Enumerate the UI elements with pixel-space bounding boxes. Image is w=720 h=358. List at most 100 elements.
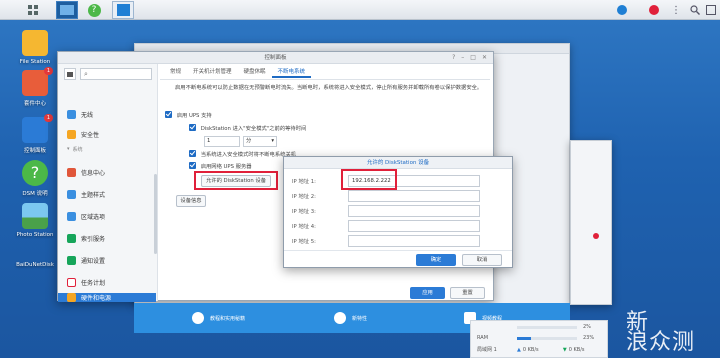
tab-bar: 常规 开关机计划管理 硬盘休眠 不断电系统 [164, 66, 312, 78]
ip-address-2-input[interactable] [348, 189, 480, 202]
ip-row-3: IP 地址 3: [292, 204, 492, 217]
dock-item-tips[interactable]: 教程和实用秘籍 [192, 312, 245, 324]
sidebar-item-task-scheduler[interactable]: 任务计划 [58, 272, 156, 292]
maximize-icon[interactable]: □ [470, 54, 476, 61]
sidebar-search[interactable]: ⌕ [80, 68, 152, 80]
safe-mode-time-checkbox[interactable] [189, 124, 196, 131]
grid-icon [28, 5, 38, 15]
widgets-button[interactable] [704, 0, 718, 20]
cpu-row: 2% [477, 324, 603, 330]
ram-label: RAM [477, 335, 489, 341]
device-info-button[interactable]: 设备信息 [176, 195, 206, 207]
sidebar-item-label: 安全性 [81, 131, 100, 139]
enable-ups-checkbox[interactable] [165, 111, 172, 118]
ip-label: IP 地址 4: [292, 223, 316, 230]
home-button[interactable] [64, 68, 76, 80]
ram-row: RAM 23% [477, 335, 603, 341]
theme-icon [67, 189, 76, 199]
sidebar-item-notification[interactable]: 通知设置 [58, 250, 156, 270]
options-button[interactable]: ⋮ [670, 0, 682, 20]
close-icon[interactable]: ✕ [482, 54, 487, 61]
sidebar-item-label: 任务计划 [81, 279, 106, 287]
globe-icon [67, 211, 76, 221]
sidebar-item-indexing[interactable]: 索引服务 [58, 228, 156, 248]
help-icon[interactable]: ? [452, 54, 455, 61]
shutdown-ups-option[interactable]: 当系统进入安全模式时将不断电系统关机 [189, 150, 296, 158]
sidebar-item-info-center[interactable]: 信息中心 [58, 162, 156, 182]
reset-button[interactable]: 重置 [450, 287, 485, 299]
taskbar-app-control-panel[interactable] [112, 1, 134, 19]
sidebar-item-hardware-power[interactable]: 硬件和电源 [58, 293, 156, 302]
sidebar-section-system[interactable]: ▾ 系统 [58, 142, 156, 156]
help-icon: ? [22, 160, 48, 186]
ram-value: 23% [583, 335, 595, 341]
tab-ups[interactable]: 不断电系统 [271, 66, 312, 78]
notification-button[interactable] [614, 0, 630, 20]
apply-button[interactable]: 应用 [410, 287, 445, 299]
taskbar: ? ⋮ [0, 0, 720, 20]
taskbar-app-desktop[interactable] [56, 1, 78, 19]
more-icon: ⋮ [671, 4, 681, 16]
ip-row-2: IP 地址 2: [292, 189, 492, 202]
ip-address-5-input[interactable] [348, 234, 480, 247]
dock-item-label: 新特性 [352, 315, 368, 322]
tab-power-schedule[interactable]: 开关机计划管理 [187, 66, 238, 78]
dialog-divider [284, 250, 512, 251]
tab-hdd-hibernation[interactable]: 硬盘休眠 [238, 66, 272, 78]
cancel-button[interactable]: 取消 [462, 254, 502, 266]
network-ups-label: 启用网络 UPS 服务器 [200, 164, 252, 170]
calendar-icon [67, 277, 76, 287]
resource-widget: 2% RAM 23% 局域网 1 ▲ 0 KB/s ▼ 0 KB/s [470, 320, 608, 358]
network-ups-option[interactable]: 启用网络 UPS 服务器 [189, 162, 252, 170]
ip-row-4: IP 地址 4: [292, 219, 492, 232]
info-icon [67, 167, 76, 177]
shutdown-ups-checkbox[interactable] [189, 150, 196, 157]
shutdown-ups-label: 当系统进入安全模式时将不断电系统关机 [200, 152, 297, 158]
search-icon [690, 5, 700, 15]
window-controls: ? – □ ✕ [452, 54, 487, 61]
ok-button[interactable]: 确定 [416, 254, 456, 266]
cpu-value: 2% [583, 324, 591, 330]
tab-general[interactable]: 常规 [164, 66, 187, 78]
photo-icon [22, 203, 48, 229]
ups-description: 启用不断电系统可以防止数据在无预警断电时流失。当断电时，系统将进入安全模式，停止… [175, 85, 483, 91]
chat-icon [67, 255, 76, 265]
control-panel-icon: 1 [22, 114, 53, 143]
shield-icon [67, 129, 76, 139]
safe-mode-time-option[interactable]: DiskStation 进入"安全模式"之前的等待时间 [189, 124, 306, 132]
home-icon [67, 72, 73, 77]
minimize-icon[interactable]: – [461, 54, 464, 61]
sidebar-item-label: 主题样式 [81, 191, 106, 199]
ip-address-3-input[interactable] [348, 204, 480, 217]
time-value-text: 1 [207, 138, 211, 144]
ip-address-4-input[interactable] [348, 219, 480, 232]
network-ups-checkbox[interactable] [189, 162, 196, 169]
sidebar-item-security[interactable]: 安全性 [58, 124, 156, 144]
desktop-app-icon [60, 5, 74, 15]
package-icon: 1 [22, 67, 53, 96]
time-unit-text: 分 [246, 138, 252, 144]
sidebar-item-theme[interactable]: 主题样式 [58, 184, 156, 204]
upload-icon: ▲ [517, 346, 521, 353]
sidebar-item-wireless[interactable]: 无线 [58, 104, 156, 124]
main-menu-button[interactable] [26, 1, 40, 19]
watermark: 新 浪众测 [626, 310, 696, 355]
highlight-ip-address [341, 169, 397, 190]
time-unit-select[interactable]: 分 ▾ [243, 136, 277, 147]
wifi-icon [67, 109, 76, 119]
widgets-icon [706, 5, 716, 15]
ip-label: IP 地址 3: [292, 208, 316, 215]
time-value-input[interactable]: 1 [204, 136, 240, 147]
enable-ups-option[interactable]: 启用 UPS 支持 [165, 111, 212, 119]
info-icon [617, 5, 627, 15]
sidebar-item-label: 区域选项 [81, 213, 106, 221]
user-icon [649, 5, 659, 15]
sidebar-scrollbar[interactable] [154, 174, 157, 254]
dock-item-new-features[interactable]: 新特性 [334, 312, 367, 324]
search-button[interactable] [688, 0, 702, 20]
sidebar-item-regional[interactable]: 区域选项 [58, 206, 156, 226]
lan-up: 0 KB/s [522, 346, 539, 353]
taskbar-app-help[interactable]: ? [84, 1, 104, 19]
user-button[interactable] [646, 0, 662, 20]
status-dot [593, 233, 599, 239]
